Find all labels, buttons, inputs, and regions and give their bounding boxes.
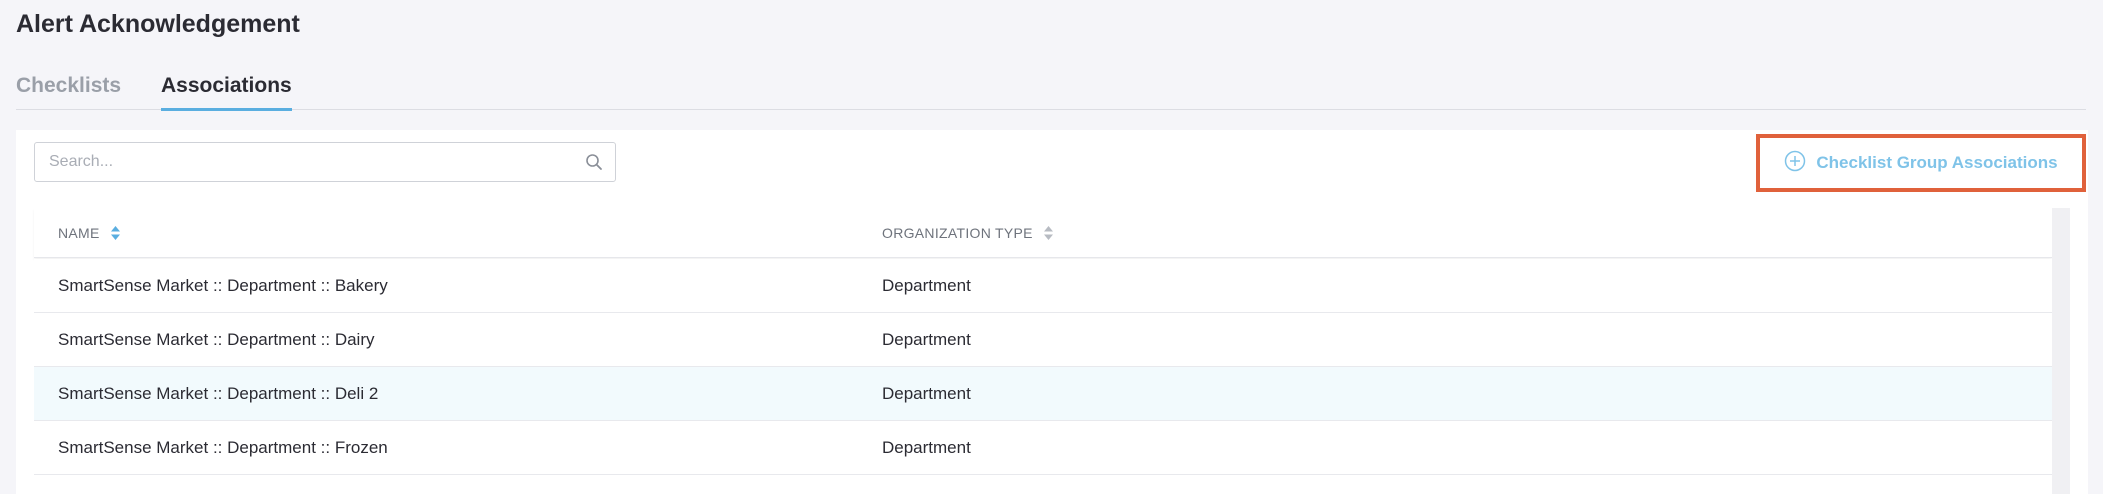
vertical-scrollbar[interactable] bbox=[2052, 208, 2070, 494]
cell-organization-type: Department bbox=[882, 330, 971, 349]
column-header-organization-type[interactable]: ORGANIZATION TYPE bbox=[882, 208, 1054, 258]
tab-checklists[interactable]: Checklists bbox=[16, 66, 121, 110]
sort-icon[interactable] bbox=[110, 225, 121, 241]
sort-icon[interactable] bbox=[1043, 225, 1054, 241]
table-row[interactable]: SmartSense Market :: Department :: Baker… bbox=[34, 259, 2052, 313]
cell-name: SmartSense Market :: Department :: Dairy bbox=[58, 330, 375, 349]
search-box bbox=[34, 142, 616, 182]
plus-circle-icon bbox=[1785, 150, 1806, 172]
cell-organization-type: Department bbox=[882, 276, 971, 295]
column-header-organization-type-label: ORGANIZATION TYPE bbox=[882, 225, 1033, 241]
column-header-name-label: NAME bbox=[58, 225, 100, 241]
page-title: Alert Acknowledgement bbox=[16, 10, 300, 38]
column-header-name[interactable]: NAME bbox=[58, 208, 121, 258]
tab-bar: Checklists Associations bbox=[16, 66, 2086, 111]
search-input[interactable] bbox=[35, 143, 575, 181]
table-header: NAME ORGANIZATION TYPE bbox=[34, 208, 2052, 258]
table-row[interactable]: SmartSense Market :: Department :: Dairy… bbox=[34, 313, 2052, 367]
search-icon[interactable] bbox=[585, 153, 603, 171]
cell-name: SmartSense Market :: Department :: Baker… bbox=[58, 276, 388, 295]
table-row[interactable]: SmartSense Market :: Department :: Deli … bbox=[34, 367, 2052, 421]
cell-name: SmartSense Market :: Department :: Deli … bbox=[58, 384, 379, 403]
checklist-group-associations-button[interactable]: Checklist Group Associations bbox=[1756, 134, 2086, 192]
cell-organization-type: Department bbox=[882, 438, 971, 457]
checklist-group-associations-label: Checklist Group Associations bbox=[1816, 153, 2058, 172]
table-body: SmartSense Market :: Department :: Baker… bbox=[34, 259, 2052, 475]
cell-organization-type: Department bbox=[882, 384, 971, 403]
tab-associations[interactable]: Associations bbox=[161, 66, 292, 111]
associations-panel: Checklist Group Associations NAME ORGANI… bbox=[16, 130, 2088, 494]
cell-name: SmartSense Market :: Department :: Froze… bbox=[58, 438, 388, 457]
table-row[interactable]: SmartSense Market :: Department :: Froze… bbox=[34, 421, 2052, 475]
associations-table: NAME ORGANIZATION TYPE SmartSense Market… bbox=[34, 208, 2070, 494]
